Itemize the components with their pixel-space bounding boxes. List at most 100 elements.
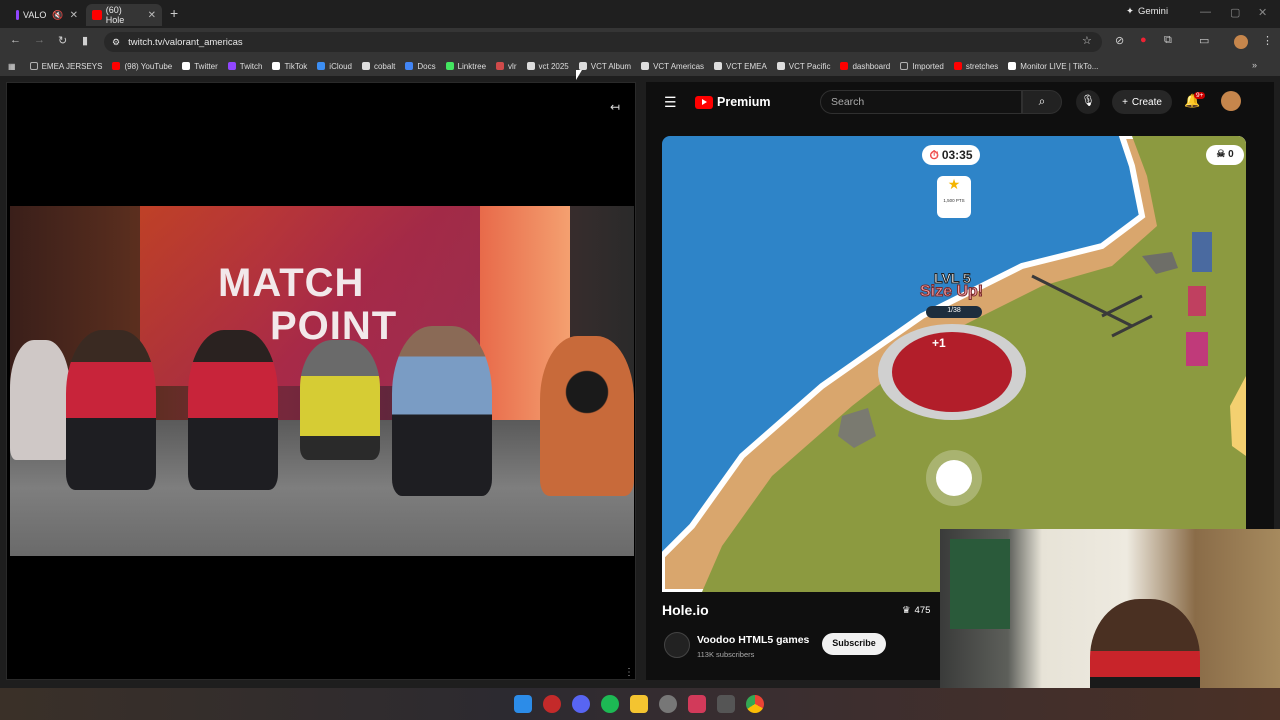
bookmark-icloud[interactable]: iCloud [317, 62, 352, 71]
new-tab-button[interactable]: + [170, 5, 178, 21]
search-button[interactable]: ⌕ [1022, 90, 1062, 114]
bookmark-vlr[interactable]: vlr [496, 62, 517, 71]
discord-icon[interactable] [572, 695, 590, 713]
app-icon[interactable] [659, 695, 677, 713]
profile-avatar[interactable] [1234, 35, 1248, 49]
bookmark-twitch[interactable]: Twitch [227, 62, 262, 71]
bookmarks-overflow-icon[interactable]: » [1252, 60, 1257, 70]
start-button-icon[interactable] [514, 695, 532, 713]
extensions-icon[interactable]: ⧉ [1164, 34, 1172, 47]
tab-strip [0, 0, 1280, 28]
close-tab-icon[interactable]: ✕ [148, 10, 156, 21]
microphone-icon: 🎙 [1081, 95, 1095, 107]
star-goal-card: ★ 1,500 PTS [937, 176, 971, 218]
apps-grid-icon[interactable]: ▦ [8, 62, 16, 71]
tiktok-icon [272, 62, 281, 70]
app-icon[interactable] [543, 695, 561, 713]
analyst-2 [188, 330, 278, 490]
vct-icon [641, 62, 650, 70]
youtube-play-icon [695, 95, 713, 109]
car-object [1186, 332, 1208, 366]
forward-icon[interactable]: → [34, 34, 45, 46]
bookmark-youtube[interactable]: (98) YouTube [112, 62, 172, 71]
bookmark-twitter[interactable]: Twitter [182, 62, 218, 71]
search-input[interactable]: Search [820, 90, 1022, 114]
tiktok-icon [1008, 62, 1017, 70]
account-avatar[interactable] [1221, 91, 1241, 111]
reload-icon[interactable]: ↻ [58, 34, 67, 47]
plus-one-popup: +1 [932, 336, 946, 350]
level-progress: 1/38 [926, 306, 982, 318]
bookmark-stretches[interactable]: stretches [953, 62, 998, 71]
search-icon: ⌕ [1038, 94, 1046, 108]
bookmark-star-icon[interactable]: ☆ [1082, 34, 1092, 47]
collapse-panel-icon[interactable]: ↤ [610, 100, 620, 114]
spotify-icon[interactable] [601, 695, 619, 713]
bookmark-tiktok[interactable]: TikTok [272, 62, 307, 71]
tab-valorant[interactable]: VALO 🔇 ✕ [10, 4, 84, 26]
back-icon[interactable]: ← [10, 34, 21, 46]
cast-icon[interactable]: ▭ [1199, 34, 1209, 47]
joystick-knob[interactable] [936, 460, 972, 496]
tab-label: (60) Hole [105, 5, 125, 25]
subscriber-count: 113K subscribers [697, 650, 755, 659]
subscribe-button[interactable]: Subscribe [822, 633, 886, 655]
plush-mascot [300, 340, 380, 460]
bookmark-vct-pacific[interactable]: VCT Pacific [776, 62, 830, 71]
extension-mute-icon[interactable]: ⊘ [1115, 34, 1124, 47]
bookmark-monitor-live[interactable]: Monitor LIVE | TikTo... [1008, 62, 1098, 71]
address-bar[interactable]: ⚙ twitch.tv/valorant_americas [104, 32, 1102, 52]
bookmark-dashboard[interactable]: dashboard [840, 62, 890, 71]
youtube-logo[interactable]: Premium [695, 95, 771, 109]
side-panel-icon[interactable]: ▮ [82, 34, 88, 47]
game-timer: ⏱ 03:35 [922, 145, 980, 165]
tab-hole[interactable]: (60) Hole ✕ [86, 4, 162, 26]
vct-icon [578, 62, 587, 70]
minimize-icon[interactable]: — [1200, 6, 1211, 18]
bookmark-cobalt[interactable]: cobalt [361, 62, 395, 71]
bookmark-vct-2025[interactable]: vct 2025 [526, 62, 569, 71]
bookmark-emea-jerseys[interactable]: EMEA JERSEYS [29, 62, 102, 71]
car-object [1188, 286, 1206, 316]
bookmark-vct-americas[interactable]: VCT Americas [641, 62, 704, 71]
chrome-icon[interactable] [746, 695, 764, 713]
maximize-icon[interactable]: ▢ [1230, 6, 1240, 19]
app-icon[interactable] [688, 695, 706, 713]
docs-icon [405, 62, 414, 70]
close-window-icon[interactable]: ✕ [1258, 6, 1267, 19]
menu-kebab-icon[interactable]: ⋮ [1262, 34, 1273, 47]
hole-player [892, 332, 1012, 412]
bookmark-vct-emea[interactable]: VCT EMEA [714, 62, 767, 71]
like-count[interactable]: ♛ 475 [902, 605, 930, 616]
vlr-icon [496, 62, 505, 70]
site-info-icon[interactable]: ⚙ [112, 37, 120, 48]
voice-search-button[interactable]: 🎙 [1076, 90, 1100, 114]
bookmark-imported[interactable]: Imported [900, 62, 944, 71]
channel-name[interactable]: Voodoo HTML5 games [697, 634, 809, 646]
youtube-icon [953, 62, 962, 70]
mute-icon[interactable]: 🔇 [52, 10, 63, 21]
channel-avatar[interactable] [664, 632, 690, 658]
video-title: Hole.io [662, 602, 709, 618]
url-text: twitch.tv/valorant_americas [128, 36, 243, 48]
hamburger-menu-icon[interactable]: ☰ [664, 94, 677, 111]
tab-label: VALO [23, 10, 47, 20]
bookmark-docs[interactable]: Docs [405, 62, 436, 71]
file-explorer-icon[interactable] [630, 695, 648, 713]
plush-bear [540, 336, 634, 496]
bag-on-wall [950, 539, 1010, 629]
app-icon[interactable] [717, 695, 735, 713]
create-button[interactable]: + Create [1112, 90, 1172, 114]
folder-icon [29, 62, 38, 70]
twitch-favicon-icon [16, 10, 20, 20]
cobalt-icon [361, 62, 370, 70]
close-tab-icon[interactable]: ✕ [70, 10, 78, 21]
size-up-label: Size Up! [919, 283, 984, 301]
bookmark-vct-album[interactable]: VCT Album [578, 62, 631, 71]
folder-icon [900, 62, 909, 70]
vct-icon [776, 62, 785, 70]
bookmark-linktree[interactable]: Linktree [445, 62, 486, 71]
extension-abp-icon[interactable]: ● [1140, 34, 1147, 46]
more-options-icon[interactable]: ⋮ [624, 667, 634, 678]
gemini-button[interactable]: ✦ Gemini [1126, 6, 1168, 17]
